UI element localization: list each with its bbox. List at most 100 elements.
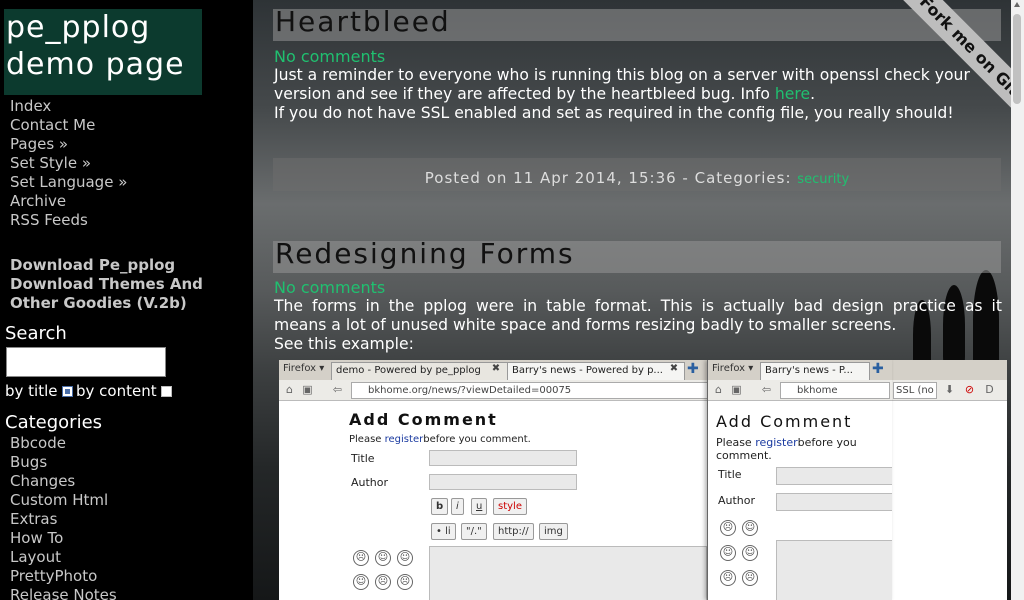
new-tab-icon: ✚ bbox=[687, 361, 699, 377]
category-link-security[interactable]: security bbox=[797, 172, 849, 187]
post-meta: Posted on 11 Apr 2014, 15:36 - Categorie… bbox=[273, 158, 1001, 191]
comment-textarea bbox=[429, 546, 707, 600]
example-screenshot[interactable]: Firefox ▾ demo - Powered by pe_pplog ✖ B… bbox=[279, 360, 1007, 600]
firefox-menu: Firefox ▾ bbox=[283, 363, 325, 374]
nav-rss[interactable]: RSS Feeds bbox=[10, 211, 127, 230]
firefox-menu: Firefox ▾ bbox=[712, 363, 754, 374]
download-themes-link-cont[interactable]: Other Goodies (V.2b) bbox=[10, 294, 203, 313]
block-icon: ⊘ bbox=[964, 383, 975, 396]
search-by-title[interactable]: by title bbox=[5, 382, 73, 400]
post-comments-link[interactable]: No comments bbox=[274, 47, 385, 66]
post-text: version and see if they are affected by … bbox=[274, 85, 775, 103]
list-button: • li bbox=[431, 523, 456, 540]
category-how-to[interactable]: How To bbox=[10, 529, 117, 548]
page-scrollbar[interactable] bbox=[1011, 0, 1024, 600]
category-prettyphoto[interactable]: PrettyPhoto bbox=[10, 567, 117, 586]
smile-icon: ☺ bbox=[742, 520, 758, 536]
surprised-smiley-icon: ☹ bbox=[720, 570, 736, 586]
nav-contact[interactable]: Contact Me bbox=[10, 116, 127, 135]
add-comment-heading: Add Comment bbox=[716, 412, 853, 431]
post-text-line: Just a reminder to everyone who is runni… bbox=[274, 66, 970, 84]
by-title-checkbox[interactable] bbox=[61, 386, 73, 397]
nav-index[interactable]: Index bbox=[10, 97, 127, 116]
category-extras[interactable]: Extras bbox=[10, 510, 117, 529]
post-text-line: means a lot of unused white space and fo… bbox=[274, 316, 897, 334]
category-list: Bbcode Bugs Changes Custom Html Extras H… bbox=[10, 434, 117, 600]
browser-tab: Barry's news - Powered by p... bbox=[507, 362, 685, 380]
search-heading: Search bbox=[5, 323, 67, 344]
author-label: Author bbox=[718, 494, 756, 507]
close-icon: ✖ bbox=[491, 363, 501, 374]
register-link: register bbox=[384, 434, 424, 445]
search-bar: SSL (no bbox=[893, 382, 937, 399]
grin-icon: ☺ bbox=[397, 550, 413, 566]
post-body: The forms in the pplog were in table for… bbox=[274, 297, 1002, 354]
before-text: before you comment. bbox=[423, 434, 531, 445]
browser-tab: Barry's news - P... bbox=[760, 362, 870, 380]
home-icon: ⌂ bbox=[715, 383, 722, 396]
before-text: before you bbox=[797, 436, 857, 449]
register-prompt-cont: comment. bbox=[716, 449, 772, 462]
post-text-line: version and see if they are affected by … bbox=[274, 85, 1002, 104]
bookmark-icon: ▣ bbox=[731, 383, 742, 396]
post-text-line: The forms in the pplog were in table for… bbox=[274, 297, 1002, 315]
nav-set-style[interactable]: Set Style » bbox=[10, 154, 127, 173]
author-label: Author bbox=[351, 476, 389, 489]
search-input[interactable] bbox=[6, 347, 166, 377]
info-link[interactable]: here bbox=[775, 85, 810, 103]
surprised-smiley-icon: ☹ bbox=[375, 574, 391, 590]
site-logo[interactable]: pe_pplog demo page bbox=[4, 9, 202, 95]
category-release-notes[interactable]: Release Notes bbox=[10, 586, 117, 600]
nav-set-language[interactable]: Set Language » bbox=[10, 173, 127, 192]
img-button: img bbox=[539, 523, 568, 540]
category-bugs[interactable]: Bugs bbox=[10, 453, 117, 472]
category-changes[interactable]: Changes bbox=[10, 472, 117, 491]
category-bbcode[interactable]: Bbcode bbox=[10, 434, 117, 453]
category-custom-html[interactable]: Custom Html bbox=[10, 491, 117, 510]
download-themes-link[interactable]: Download Themes And bbox=[10, 275, 203, 294]
please-text: Please bbox=[349, 434, 385, 445]
home-icon: ⌂ bbox=[286, 383, 293, 396]
browser-nav-bar: ⌂ ▣ ⇦ bkhome bbox=[708, 380, 892, 401]
close-icon: ✖ bbox=[669, 363, 679, 374]
post-text: . bbox=[810, 85, 816, 103]
tab-title: Barry's news - P... bbox=[765, 365, 853, 376]
nav-archive[interactable]: Archive bbox=[10, 192, 127, 211]
by-title-label: by title bbox=[5, 382, 58, 400]
post-title-redesigning-forms[interactable]: Redesigning Forms bbox=[275, 237, 575, 270]
new-tab-icon: ✚ bbox=[872, 361, 884, 377]
link-button: http:// bbox=[493, 523, 534, 540]
url-bar: bkhome.org/news/?viewDetailed=00075 bbox=[351, 382, 719, 399]
quote-button: "/." bbox=[461, 523, 487, 540]
bold-button: b bbox=[431, 498, 449, 515]
post-title-heartbleed[interactable]: Heartbleed bbox=[275, 5, 451, 38]
sidebar: pe_pplog demo page Index Contact Me Page… bbox=[0, 0, 253, 600]
title-field bbox=[429, 450, 577, 466]
italic-button: i bbox=[451, 498, 464, 515]
post-title-bar: Heartbleed bbox=[273, 5, 1001, 41]
download-pplog-link[interactable]: Download Pe_pplog bbox=[10, 256, 203, 275]
logo-line-1: pe_pplog bbox=[6, 10, 151, 45]
post-title-bar: Redesigning Forms bbox=[273, 237, 1001, 273]
by-content-checkbox[interactable] bbox=[160, 386, 172, 397]
category-layout[interactable]: Layout bbox=[10, 548, 117, 567]
post-comments-link[interactable]: No comments bbox=[274, 278, 385, 297]
browser-tab-bar: Firefox ▾ Barry's news - P... ✚ bbox=[708, 360, 892, 381]
scroll-thumb[interactable] bbox=[1013, 14, 1021, 104]
bookmark-icon: ▣ bbox=[302, 383, 313, 396]
download-icon: ⬇ bbox=[944, 383, 955, 396]
title-label: Title bbox=[351, 452, 375, 465]
tab-title: Barry's news - Powered by p... bbox=[512, 365, 663, 376]
search-by-content[interactable]: by content bbox=[76, 382, 172, 400]
nav-pages[interactable]: Pages » bbox=[10, 135, 127, 154]
register-prompt: Please registerbefore you comment. bbox=[349, 434, 531, 445]
underline-button: u bbox=[471, 498, 488, 515]
sad-smiley-icon: ☹ bbox=[353, 550, 369, 566]
scroll-up-arrow-icon[interactable] bbox=[1014, 2, 1020, 7]
url-bar: bkhome bbox=[780, 382, 890, 399]
register-prompt: Please registerbefore you bbox=[716, 436, 857, 449]
neutral-smiley-icon: ☺ bbox=[353, 574, 369, 590]
author-field bbox=[429, 474, 577, 490]
back-arrow-icon: ⇦ bbox=[761, 383, 772, 396]
please-text: Please bbox=[716, 436, 756, 449]
